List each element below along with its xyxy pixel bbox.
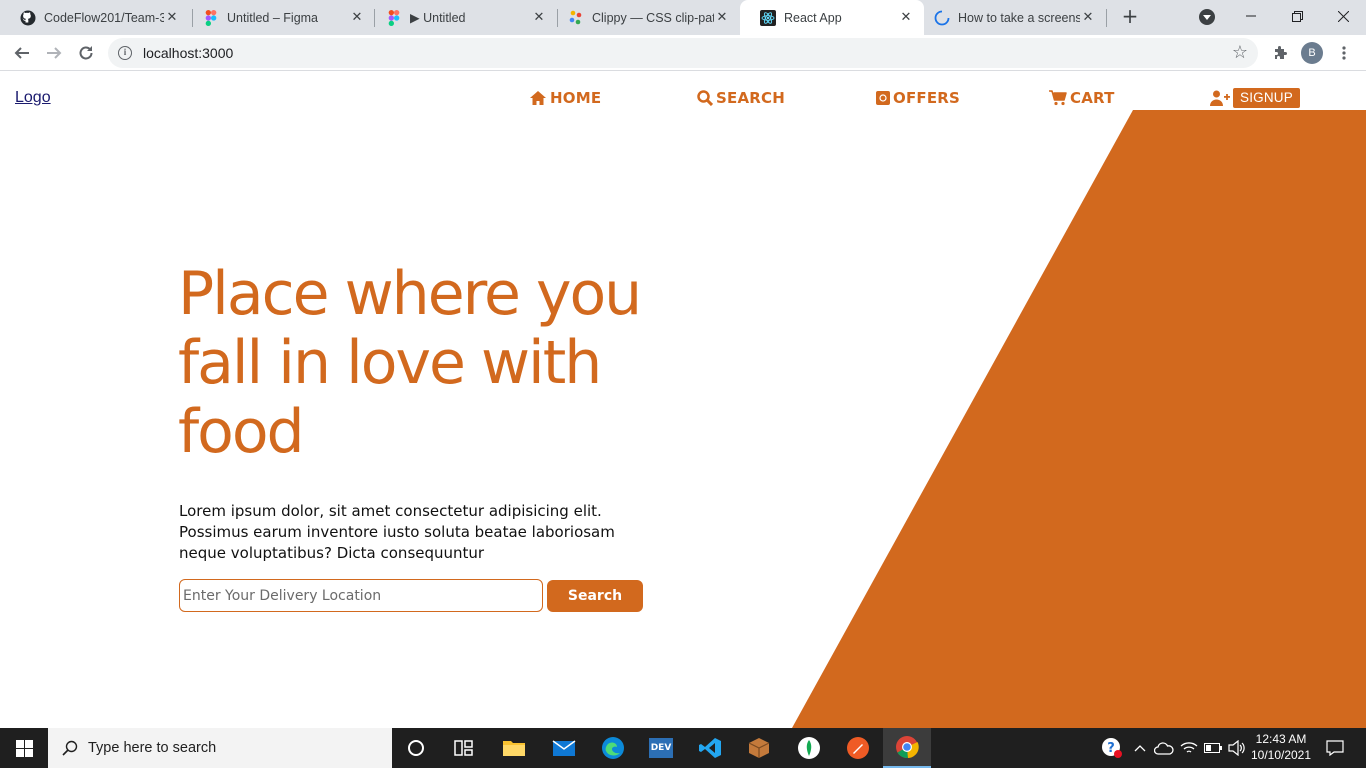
tab-close-icon[interactable]: ✕ <box>1080 10 1096 25</box>
page-viewport: Logo HOME SEARCH OFFERS CART SIGNUP Plac… <box>0 72 1366 728</box>
nav-cart[interactable]: CART <box>1049 88 1115 108</box>
mail-icon[interactable] <box>540 728 588 768</box>
nav-search[interactable]: SEARCH <box>697 88 785 108</box>
hero-description: Lorem ipsum dolor, sit amet consectetur … <box>179 502 615 562</box>
virtualbox-icon[interactable] <box>735 728 783 768</box>
loading-spinner-icon <box>934 10 950 26</box>
taskbar-search-box[interactable]: Type here to search <box>48 728 392 768</box>
figma-icon <box>386 9 402 26</box>
signup-button[interactable]: SIGNUP <box>1233 88 1300 108</box>
hero-title: Place where you fall in love with food <box>178 259 642 467</box>
tab-title: Untitled – Figma <box>227 10 319 25</box>
profile-avatar[interactable]: B <box>1301 42 1323 64</box>
new-tab-button[interactable]: + <box>1118 5 1142 29</box>
tab-react-app[interactable]: React App ✕ <box>740 0 924 35</box>
close-window-icon[interactable] <box>1320 0 1366 32</box>
tab-title: How to take a screenshot <box>958 10 1080 25</box>
tab-title: React App <box>784 10 842 25</box>
forward-icon[interactable] <box>42 41 66 65</box>
logo-link[interactable]: Logo <box>15 89 51 107</box>
nav-offers-label: OFFERS <box>893 89 961 107</box>
clock-time: 12:43 AM <box>1255 732 1307 746</box>
dev-app-icon[interactable]: DEV <box>637 728 685 768</box>
nav-cart-label: CART <box>1070 89 1115 107</box>
user-plus-icon <box>1210 90 1230 106</box>
svg-text:DEV: DEV <box>651 743 672 753</box>
windows-start-icon[interactable] <box>0 728 48 768</box>
tab-close-icon[interactable]: ✕ <box>349 10 365 25</box>
battery-icon[interactable] <box>1202 728 1224 768</box>
react-icon <box>760 9 776 26</box>
menu-kebab-icon[interactable] <box>1332 41 1356 65</box>
wifi-icon[interactable] <box>1178 728 1200 768</box>
tab-clippy[interactable]: Clippy — CSS clip-path ✕ <box>548 0 740 35</box>
tab-separator <box>1106 9 1107 27</box>
nav-signup[interactable]: SIGNUP <box>1210 88 1300 108</box>
clippy-icon <box>568 10 584 26</box>
tab-title: Clippy — CSS clip-path <box>592 10 714 25</box>
taskbar-clock[interactable]: 12:43 AM 10/10/2021 <box>1246 731 1316 763</box>
home-icon <box>530 91 546 105</box>
tab-codeflow[interactable]: CodeFlow201/Team-3 ✕ <box>0 0 190 35</box>
search-icon <box>697 90 713 106</box>
tab-close-icon[interactable]: ✕ <box>898 10 914 25</box>
taskbar-search-placeholder: Type here to search <box>88 740 217 756</box>
minimize-icon[interactable] <box>1228 0 1274 32</box>
help-icon[interactable]: ? <box>1098 728 1126 768</box>
address-bar[interactable]: i localhost:3000 ☆ <box>108 38 1258 68</box>
nav-home-label: HOME <box>550 89 602 107</box>
nav-search-label: SEARCH <box>716 89 785 107</box>
file-explorer-icon[interactable] <box>490 728 538 768</box>
nav-offers[interactable]: OFFERS <box>876 88 960 108</box>
task-view-icon[interactable] <box>440 728 488 768</box>
mongodb-compass-icon[interactable] <box>785 728 833 768</box>
taskbar-search-icon <box>62 740 78 756</box>
tab-title: CodeFlow201/Team-3 <box>44 10 164 25</box>
tab-bar: CodeFlow201/Team-3 ✕ Untitled – Figma ✕ … <box>0 0 1366 35</box>
back-icon[interactable] <box>10 41 34 65</box>
tab-close-icon[interactable]: ✕ <box>714 10 730 25</box>
url-text: localhost:3000 <box>143 45 234 61</box>
postman-icon[interactable] <box>834 728 882 768</box>
windows-taskbar: Type here to search DEV ? 12:43 AM 10/10… <box>0 728 1366 768</box>
tray-chevron-up-icon[interactable] <box>1130 728 1150 768</box>
figma-icon <box>203 9 219 26</box>
restore-icon[interactable] <box>1274 0 1320 32</box>
delivery-location-input[interactable] <box>179 579 543 612</box>
clock-date: 10/10/2021 <box>1250 748 1312 762</box>
extensions-puzzle-icon[interactable] <box>1268 41 1292 65</box>
edge-browser-icon[interactable] <box>589 728 637 768</box>
chrome-icon[interactable] <box>883 728 931 768</box>
cart-icon <box>1049 90 1067 106</box>
bookmark-star-icon[interactable]: ☆ <box>1232 42 1248 63</box>
tab-search-icon[interactable] <box>1199 9 1215 25</box>
tab-close-icon[interactable]: ✕ <box>531 10 547 25</box>
offers-tag-icon <box>876 91 890 105</box>
github-icon <box>20 10 36 26</box>
tab-screenshot-howto[interactable]: How to take a screenshot ✕ <box>914 0 1106 35</box>
vscode-icon[interactable] <box>686 728 734 768</box>
site-info-icon[interactable]: i <box>118 46 132 60</box>
tab-figma[interactable]: Untitled – Figma ✕ <box>183 0 375 35</box>
reload-icon[interactable] <box>74 41 98 65</box>
onedrive-cloud-icon[interactable] <box>1153 728 1175 768</box>
nav-home[interactable]: HOME <box>529 88 601 108</box>
tab-title: ▶ Untitled <box>410 11 466 25</box>
volume-icon[interactable] <box>1226 728 1248 768</box>
cortana-icon[interactable] <box>392 728 440 768</box>
tab-close-icon[interactable]: ✕ <box>164 10 180 25</box>
svg-text:?: ? <box>1107 741 1115 756</box>
notifications-icon[interactable] <box>1320 728 1350 768</box>
tab-figma-untitled[interactable]: ▶ Untitled ✕ <box>366 0 557 35</box>
search-button[interactable]: Search <box>547 580 643 612</box>
browser-toolbar: i localhost:3000 ☆ B <box>0 35 1366 71</box>
